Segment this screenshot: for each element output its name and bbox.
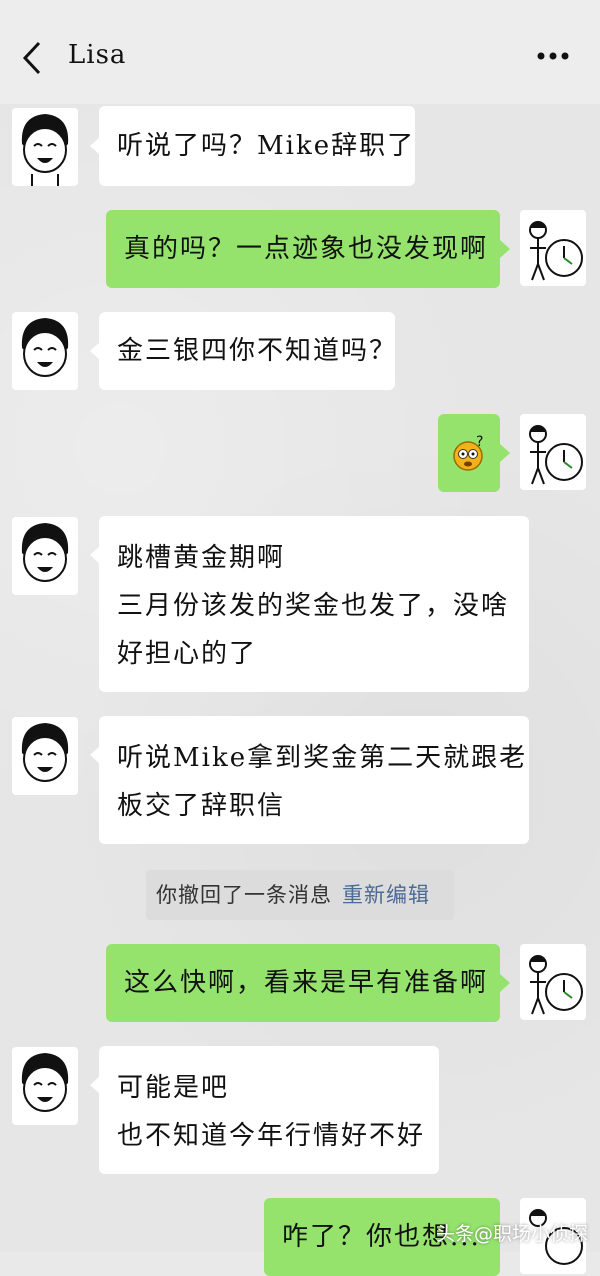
- message-bubble-incoming[interactable]: 可能是吧 也不知道今年行情好不好: [99, 1046, 439, 1174]
- contact-avatar[interactable]: [12, 312, 78, 390]
- bubble-tail: [500, 240, 510, 258]
- chat-header: Lisa: [0, 0, 600, 105]
- message-bubble-outgoing[interactable]: ?: [438, 414, 500, 492]
- svg-text:?: ?: [476, 434, 485, 450]
- message-text: 三月份该发的奖金也发了，没啥: [117, 591, 510, 621]
- chevron-left-icon[interactable]: [20, 40, 44, 76]
- message-text: 听说了吗？Mike辞职了: [117, 131, 416, 161]
- message-text: 可能是吧: [117, 1073, 230, 1103]
- message-text: 好担心的了: [117, 639, 258, 669]
- message-bubble-incoming[interactable]: 听说了吗？Mike辞职了: [99, 106, 415, 186]
- re-edit-link[interactable]: 重新编辑: [342, 883, 430, 907]
- chat-title: Lisa: [68, 40, 127, 70]
- message-bubble-outgoing[interactable]: 这么快啊，看来是早有准备啊: [106, 944, 500, 1022]
- message-text: 听说Mike拿到奖金第二天就跟老: [117, 743, 528, 773]
- my-avatar[interactable]: [520, 944, 586, 1020]
- watermark: 头条@职场小侦探: [435, 1223, 588, 1245]
- message-bubble-incoming[interactable]: 听说Mike拿到奖金第二天就跟老 板交了辞职信: [99, 716, 529, 844]
- girl-avatar-icon: [21, 523, 69, 582]
- contact-avatar[interactable]: [12, 717, 78, 795]
- recall-notice-text: 你撤回了一条消息: [156, 883, 332, 907]
- bubble-tail: [500, 444, 510, 462]
- message-text: 板交了辞职信: [117, 791, 286, 821]
- my-avatar[interactable]: [520, 210, 586, 286]
- boy-clock-avatar-icon: [529, 221, 583, 281]
- message-bubble-outgoing[interactable]: 真的吗？一点迹象也没发现啊: [106, 210, 500, 288]
- girl-avatar-icon: [21, 1053, 69, 1112]
- boy-clock-avatar-icon: [529, 955, 583, 1015]
- more-dots-icon[interactable]: [536, 46, 570, 66]
- message-text: 金三银四你不知道吗？: [117, 336, 398, 366]
- message-bubble-incoming[interactable]: 金三银四你不知道吗？: [99, 312, 395, 390]
- dizzy-question-emoji-icon: ?: [453, 434, 485, 471]
- recall-notice: 你撤回了一条消息 重新编辑: [146, 870, 454, 920]
- contact-avatar[interactable]: [12, 108, 78, 186]
- message-bubble-incoming[interactable]: 跳槽黄金期啊 三月份该发的奖金也发了，没啥 好担心的了: [99, 516, 529, 692]
- message-text: 真的吗？一点迹象也没发现啊: [124, 234, 489, 264]
- girl-avatar-icon: [21, 114, 69, 186]
- girl-avatar-icon: [21, 723, 69, 782]
- contact-avatar[interactable]: [12, 1047, 78, 1125]
- my-avatar[interactable]: [520, 414, 586, 490]
- message-text: 也不知道今年行情好不好: [117, 1121, 426, 1151]
- boy-clock-avatar-icon: [529, 425, 583, 485]
- message-text: 跳槽黄金期啊: [117, 543, 286, 573]
- message-text: 这么快啊，看来是早有准备啊: [124, 968, 489, 998]
- contact-avatar[interactable]: [12, 517, 78, 595]
- girl-avatar-icon: [21, 318, 69, 377]
- bubble-tail: [500, 974, 510, 992]
